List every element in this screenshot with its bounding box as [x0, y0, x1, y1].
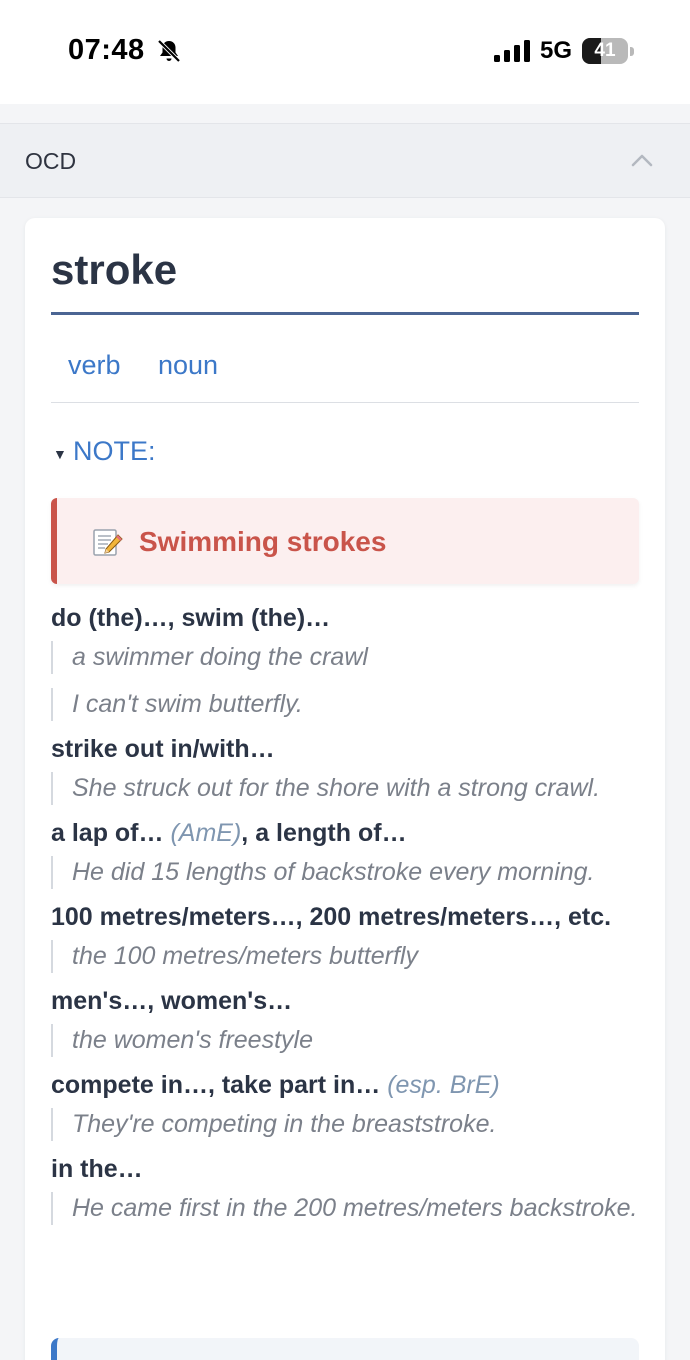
example-sentence: She struck out for the shore with a stro… — [51, 772, 639, 805]
collocation-list: do (the)…, swim (the)… a swimmer doing th… — [51, 602, 639, 1225]
collocation-text: compete in…, take part in… — [51, 1071, 388, 1099]
register-label: (esp. BrE) — [387, 1071, 500, 1099]
memo-icon — [93, 529, 123, 556]
collocation-text: strike out in/with… — [51, 735, 275, 763]
collocation-text: in the… — [51, 1155, 143, 1183]
collocation-heading: 100 metres/meters…, 200 metres/meters…, … — [51, 901, 639, 934]
example-sentence: He did 15 lengths of backstroke every mo… — [51, 856, 639, 889]
triangle-down-icon: ▼ — [53, 446, 67, 462]
example-sentence: the 100 metres/meters butterfly — [51, 940, 639, 973]
signal-icon — [494, 40, 530, 62]
register-label: (AmE) — [170, 819, 242, 847]
collocation-heading: men's…, women's… — [51, 985, 639, 1018]
collocation-heading: do (the)…, swim (the)… — [51, 602, 639, 635]
example-sentence: He came first in the 200 metres/meters b… — [51, 1192, 639, 1225]
headword: stroke — [51, 246, 178, 293]
example-sentence: They're competing in the breaststroke. — [51, 1108, 639, 1141]
tab-verb[interactable]: verb — [68, 350, 121, 381]
collocation-text: , a length of… — [241, 819, 407, 847]
collocation-heading: in the… — [51, 1153, 639, 1186]
chevron-up-icon[interactable] — [630, 150, 654, 170]
battery-icon: 41 — [582, 38, 634, 64]
network-label: 5G — [540, 37, 573, 64]
collocation-text: 100 metres/meters…, 200 metres/meters…, … — [51, 903, 612, 931]
collocation-heading: a lap of… (AmE), a length of… — [51, 817, 639, 850]
example-sentence: the women's freestyle — [51, 1024, 639, 1057]
example-sentence: a swimmer doing the crawl — [51, 641, 639, 674]
collocation-heading: strike out in/with… — [51, 733, 639, 766]
section-title: OCD — [25, 148, 77, 174]
status-time: 07:48 — [68, 34, 145, 66]
tab-noun[interactable]: noun — [158, 350, 218, 381]
bell-muted-icon — [157, 39, 181, 63]
next-section-box — [51, 1338, 639, 1360]
section-header[interactable]: OCD — [0, 123, 690, 198]
example-sentence: I can't swim butterfly. — [51, 688, 639, 721]
headword-divider — [51, 312, 639, 315]
battery-level: 41 — [594, 40, 616, 61]
note-box: Swimming strokes — [51, 498, 639, 584]
pos-tabs: verb noun — [51, 346, 639, 403]
collocation-text: do (the)…, swim (the)… — [51, 604, 331, 632]
note-title: Swimming strokes — [139, 526, 387, 557]
entry-card: stroke verb noun ▼ NOTE: Swimming stroke… — [25, 218, 665, 1360]
status-bar: 07:48 5G 41 — [0, 0, 690, 104]
note-label: NOTE: — [73, 436, 156, 466]
collocation-heading: compete in…, take part in… (esp. BrE) — [51, 1069, 639, 1102]
collocation-text: men's…, women's… — [51, 987, 293, 1015]
collocation-text: a lap of… — [51, 819, 171, 847]
